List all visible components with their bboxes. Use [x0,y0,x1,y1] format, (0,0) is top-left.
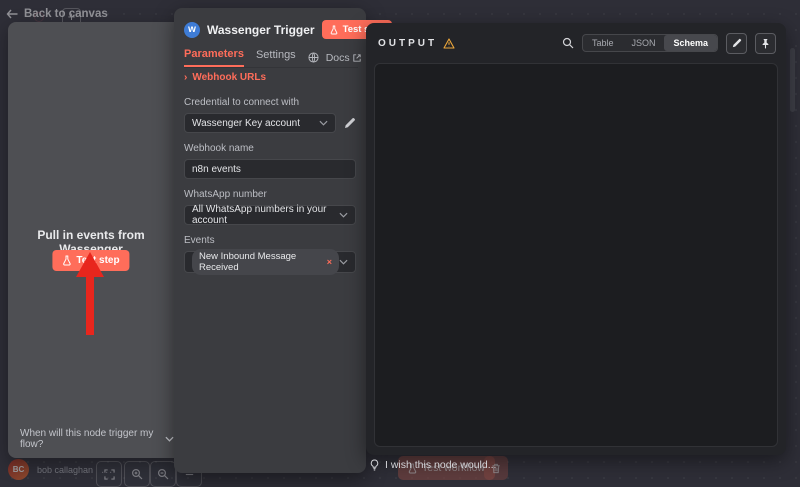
remove-tag-icon[interactable]: × [327,257,332,267]
flask-icon [330,25,338,35]
chevron-down-icon [165,436,174,442]
globe-icon [308,52,319,63]
edit-output-button[interactable] [726,33,747,54]
whatsapp-number-label: WhatsApp number [184,189,356,200]
parameters-form: › Webhook URLs Credential to connect wit… [184,68,356,273]
events-label: Events [184,235,356,246]
tab-parameters[interactable]: Parameters [184,48,244,67]
search-icon[interactable] [562,37,574,49]
n8n-node-detail-view: Back to canvas + BC bob callaghan ... Te… [0,0,800,487]
chevron-down-icon [319,120,328,126]
warning-icon [443,38,455,49]
output-title: OUTPUT [378,38,437,49]
docs-label: Docs [326,52,350,64]
trigger-help-toggle[interactable]: When will this node trigger my flow? [20,428,174,450]
event-tag-label: New Inbound Message Received [199,251,323,273]
pencil-icon [732,38,742,48]
annotation-arrow-head [76,252,104,277]
node-header: w Wassenger Trigger Test step [184,20,358,39]
trigger-help-label: When will this node trigger my flow? [20,428,161,450]
webhook-name-input[interactable]: n8n events [184,159,356,179]
lightbulb-icon [370,459,379,471]
node-title: Wassenger Trigger [207,23,315,37]
whatsapp-number-value: All WhatsApp numbers in your account [192,204,339,226]
pin-data-button[interactable] [755,33,776,54]
view-tab-json[interactable]: JSON [622,35,664,51]
webhook-name-value: n8n events [192,164,241,175]
pin-icon [761,38,770,49]
wassenger-node-icon: w [184,22,200,38]
docs-link[interactable]: Docs [326,52,361,64]
feedback-placeholder: I wish this node would... [385,459,496,471]
events-multiselect[interactable]: New Inbound Message Received × [184,251,356,273]
node-tabs: Parameters Settings Docs [184,48,358,68]
output-empty-body [374,63,778,447]
webhook-urls-label: Webhook URLs [192,72,266,83]
annotation-arrow-shaft [86,275,94,335]
credential-value: Wassenger Key account [192,118,300,129]
edit-credential-icon[interactable] [344,117,356,129]
output-header: OUTPUT Table JSON Schema [378,31,776,55]
chevron-down-icon [339,259,348,265]
chevron-down-icon [339,212,348,218]
webhook-urls-section[interactable]: › Webhook URLs [184,72,356,83]
flask-icon [62,255,71,266]
view-tab-schema[interactable]: Schema [664,35,717,51]
trigger-input-panel: Pull in events from Wassenger Test step … [8,22,174,458]
whatsapp-number-select[interactable]: All WhatsApp numbers in your account [184,205,356,225]
output-panel: OUTPUT Table JSON Schema [366,23,786,455]
node-settings-panel: w Wassenger Trigger Test step Parameters… [174,8,366,473]
credential-label: Credential to connect with [184,97,356,108]
event-tag: New Inbound Message Received × [192,249,339,275]
tab-settings[interactable]: Settings [256,49,296,66]
chevron-right-icon: › [184,72,187,83]
webhook-name-label: Webhook name [184,143,356,154]
node-feedback-bar[interactable]: I wish this node would... [370,459,496,471]
output-view-switcher: Table JSON Schema [582,34,718,52]
credential-select[interactable]: Wassenger Key account [184,113,336,133]
view-tab-table[interactable]: Table [583,35,623,51]
external-link-icon [353,54,361,62]
